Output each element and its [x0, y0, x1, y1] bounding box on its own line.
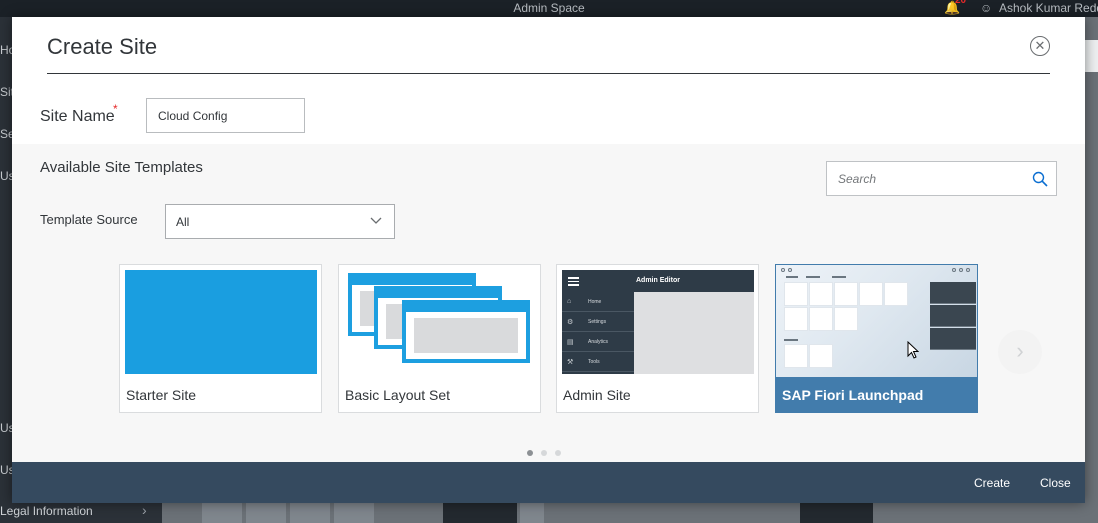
template-card-starter-site[interactable]: Starter Site: [119, 264, 322, 413]
app-title: Admin Space: [513, 1, 585, 15]
page-indicator-dot[interactable]: [527, 450, 533, 456]
chevron-right-icon[interactable]: ›: [142, 502, 147, 518]
template-card-admin-site[interactable]: Admin Editor ⌂ Home ⚙ Settings ▤ Analytics …: [556, 264, 759, 413]
mouse-cursor-icon: [907, 341, 919, 359]
notification-badge: 20: [955, 0, 967, 6]
site-name-label: Site Name: [40, 108, 115, 125]
page-indicator-dot[interactable]: [541, 450, 547, 456]
background-tile: [202, 503, 242, 523]
admin-editor-menu: ⌂ Home ⚙ Settings ▤ Analytics ⚒ Tools: [562, 292, 634, 374]
title-divider: [47, 73, 1050, 74]
template-search[interactable]: [826, 161, 1057, 196]
template-card-name: Starter Site: [126, 387, 197, 403]
template-card-sap-fiori-launchpad[interactable]: SAP Fiori Launchpad: [775, 264, 978, 413]
starter-site-thumbnail: [125, 270, 317, 374]
background-tile: [290, 503, 330, 523]
background-tile: [800, 503, 873, 523]
close-icon[interactable]: ✕: [1030, 36, 1050, 56]
template-card-name: SAP Fiori Launchpad: [782, 387, 924, 403]
user-name[interactable]: Ashok Kumar Reddy: [999, 1, 1098, 15]
create-site-dialog: Create Site ✕ Site Name * Available Site…: [12, 17, 1085, 503]
fiori-launchpad-thumbnail: [776, 265, 977, 377]
legal-information-link[interactable]: Legal Information: [0, 504, 93, 518]
admin-menu-item: ⚒ Tools: [562, 352, 634, 372]
dialog-title: Create Site: [47, 34, 158, 59]
search-icon[interactable]: [1032, 171, 1048, 187]
dialog-footer: Create Close: [12, 462, 1085, 503]
basic-layout-thumbnail: [344, 270, 536, 374]
tools-icon: ⚒: [567, 359, 574, 366]
admin-editor-title: Admin Editor: [636, 277, 680, 284]
background-tile: [443, 503, 517, 523]
template-card-basic-layout-set[interactable]: Basic Layout Set: [338, 264, 541, 413]
user-icon[interactable]: ☺: [980, 1, 992, 15]
analytics-icon: ▤: [567, 339, 574, 346]
hamburger-menu-icon: [568, 277, 579, 288]
background-tile: [334, 503, 374, 523]
create-button[interactable]: Create: [974, 476, 1010, 490]
background-tile: [520, 503, 544, 523]
chevron-down-icon[interactable]: [370, 217, 382, 225]
settings-icon: ⚙: [567, 319, 574, 326]
starter-site-preview: [125, 270, 317, 374]
layout-preview-front: [402, 300, 530, 363]
templates-heading: Available Site Templates: [40, 159, 203, 176]
admin-menu-item: ⌂ Home: [562, 292, 634, 312]
page-indicator-dot[interactable]: [555, 450, 561, 456]
admin-site-thumbnail: Admin Editor ⌂ Home ⚙ Settings ▤ Analytics …: [562, 270, 754, 374]
templates-section: Available Site Templates Template Source…: [12, 144, 1085, 462]
site-name-input[interactable]: [146, 98, 305, 133]
carousel-pagination: [527, 443, 569, 461]
admin-editor-header: Admin Editor: [562, 270, 754, 292]
shell-header: Admin Space 🔔 20 ☺ Ashok Kumar Reddy: [0, 0, 1098, 17]
required-indicator: *: [113, 102, 118, 116]
admin-menu-item: ▤ Analytics: [562, 332, 634, 352]
template-card-name: Basic Layout Set: [345, 387, 451, 403]
search-input[interactable]: [827, 162, 1027, 195]
home-icon: ⌂: [567, 298, 572, 305]
template-card-name: Admin Site: [563, 387, 631, 403]
admin-menu-item: ⚙ Settings: [562, 312, 634, 332]
background-tile: [246, 503, 286, 523]
background-panel-edge: [1085, 40, 1098, 72]
carousel-next-button[interactable]: ›: [998, 330, 1042, 374]
template-source-select[interactable]: All: [165, 204, 395, 239]
template-source-value: All: [176, 215, 190, 229]
template-source-label: Template Source: [40, 212, 138, 227]
close-button[interactable]: Close: [1040, 476, 1071, 490]
